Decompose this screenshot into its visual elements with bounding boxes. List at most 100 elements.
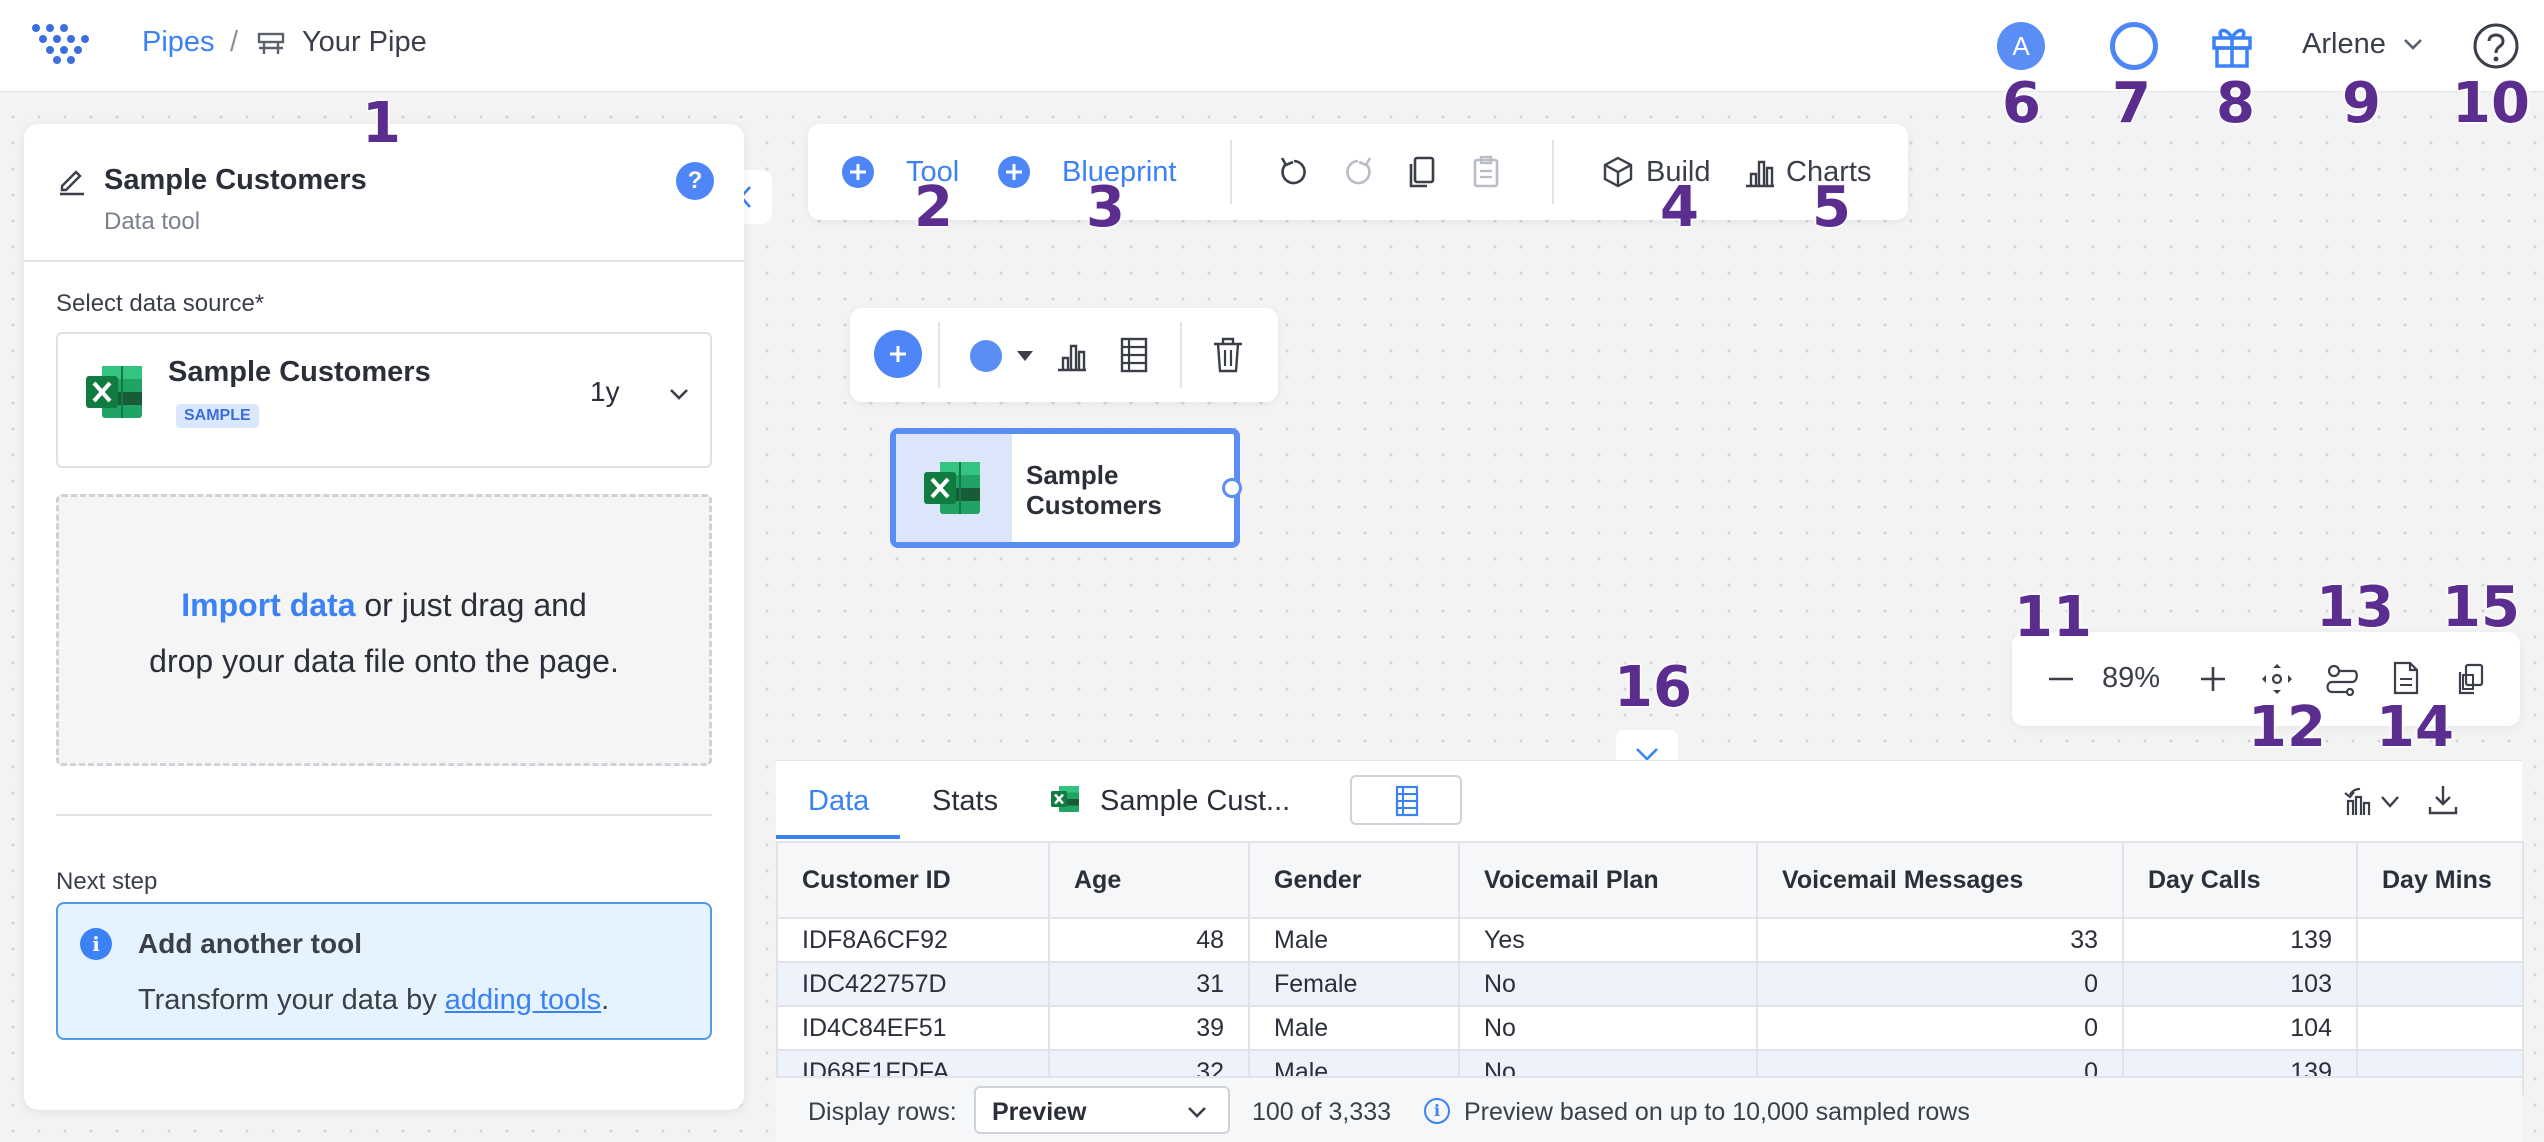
table-cell[interactable]: Yes [1458,917,1758,963]
table-cell[interactable]: ID4C84EF51 [776,1005,1050,1051]
node-color-swatch[interactable] [970,340,1002,372]
annotation-label: 7 [2111,71,2152,136]
breadcrumb-pipes-link[interactable]: Pipes [142,26,215,59]
source-age: 1y [590,376,620,407]
annotation-label: 15 [2441,575,2521,640]
adding-tools-link[interactable]: adding tools [445,984,601,1016]
tab-data[interactable]: Data [808,785,869,818]
column-header[interactable]: Age [1048,841,1250,919]
add-blueprint-plus-icon[interactable] [998,156,1030,188]
caret-down-icon[interactable] [1016,350,1034,362]
annotation-label: 1 [361,91,402,156]
breadcrumb-separator: / [230,26,239,58]
file-dropzone[interactable]: Import data or just drag and drop your d… [56,494,712,766]
document-icon[interactable] [2390,660,2422,696]
gift-icon[interactable] [2208,22,2256,70]
table-cell[interactable]: 48 [1048,917,1250,963]
chevron-down-icon[interactable] [2402,36,2424,52]
help-circle-icon[interactable] [2472,22,2520,70]
toolbar-divider [1180,322,1182,388]
annotation-label: 6 [2001,71,2042,136]
node-icon-area [896,434,1012,542]
table-cell[interactable]: IDC422757D [776,961,1050,1007]
add-node-plus-icon[interactable] [874,330,922,378]
table-cell[interactable]: No [1458,1005,1758,1051]
data-table: Customer ID Age Gender Voicemail Plan Vo… [776,841,2524,1095]
annotation-label: 14 [2375,695,2455,760]
next-step-body: Transform your data by adding tools. [138,984,609,1017]
avatar[interactable]: A [1997,22,2045,70]
help-icon[interactable]: ? [676,162,714,200]
table-cell[interactable]: 0 [1756,961,2124,1007]
zoom-out-icon[interactable] [2046,664,2076,694]
table-cell[interactable] [2356,961,2524,1007]
table-cell[interactable]: 139 [2122,917,2358,963]
active-tab-indicator [776,835,900,839]
table-cell[interactable]: Male [1248,1005,1460,1051]
table-cell[interactable] [2356,917,2524,963]
auto-layout-icon[interactable] [2324,662,2358,696]
table-cell[interactable]: 0 [1756,1005,2124,1051]
column-header[interactable]: Voicemail Plan [1458,841,1758,919]
chevron-down-icon[interactable] [668,386,690,402]
table-cell[interactable]: 31 [1048,961,1250,1007]
dropzone-text: Import data or just drag and [59,587,709,624]
copy-icon[interactable] [1404,154,1440,190]
display-rows-select[interactable]: Preview [974,1086,1230,1134]
chevron-down-icon[interactable] [2380,795,2400,809]
app-logo-icon[interactable] [30,22,90,64]
table-cell[interactable]: Male [1248,917,1460,963]
paste-icon[interactable] [1468,154,1504,190]
table-cell[interactable] [2356,1005,2524,1051]
trash-icon[interactable] [1210,336,1246,374]
import-data-link[interactable]: Import data [181,587,355,623]
next-step-body-suffix: . [601,984,610,1016]
panel-title[interactable]: Sample Customers [104,164,367,197]
sample-customers-node[interactable]: Sample Customers [890,428,1240,548]
table-cell[interactable]: 103 [2122,961,2358,1007]
preview-note: Preview based on up to 10,000 sampled ro… [1464,1098,1970,1126]
table-cell[interactable]: 39 [1048,1005,1250,1051]
display-rows-value: Preview [992,1098,1087,1126]
column-header[interactable]: Gender [1248,841,1460,919]
info-icon[interactable]: i [1424,1098,1450,1124]
table-rows-icon[interactable] [1116,336,1152,374]
column-view-button[interactable] [1350,775,1462,825]
cube-icon[interactable] [1600,154,1636,190]
column-settings-icon[interactable] [2342,785,2378,819]
fit-view-icon[interactable] [2260,662,2294,696]
redo-icon[interactable] [1340,154,1376,190]
undo-icon[interactable] [1276,154,1312,190]
node-title-line2: Customers [1026,490,1162,520]
node-output-port[interactable] [1222,478,1242,498]
column-header[interactable]: Day Mins [2356,841,2524,919]
tab-stats[interactable]: Stats [932,785,998,818]
table-cell[interactable]: Female [1248,961,1460,1007]
download-icon[interactable] [2426,783,2460,817]
bar-chart-icon[interactable] [1742,154,1778,190]
top-bar: Pipes / Your Pipe A Arlene [0,0,2544,92]
pencil-icon[interactable] [56,164,88,196]
duplicate-icon[interactable] [2454,662,2486,696]
table-cell[interactable]: 104 [2122,1005,2358,1051]
column-header[interactable]: Customer ID [776,841,1050,919]
tab-source[interactable]: Sample Cust... [1100,785,1290,818]
column-header[interactable]: Day Calls [2122,841,2358,919]
add-tool-plus-icon[interactable] [842,156,874,188]
pipe-icon [257,32,285,54]
zoom-in-icon[interactable] [2198,664,2228,694]
bar-chart-icon[interactable] [1054,338,1090,374]
table-cell[interactable]: No [1458,961,1758,1007]
annotation-label: 5 [1811,175,1852,240]
table-cell[interactable]: 33 [1756,917,2124,963]
node-toolbar [850,308,1278,402]
toolbar-divider [938,322,940,388]
node-title-line1: Sample [1026,460,1119,490]
table-row: ID4C84EF51 39 Male No 0 104 [776,1005,2524,1051]
chevron-down-icon [1188,1107,1206,1118]
next-step-label: Next step [56,868,158,895]
status-ring-icon[interactable] [2110,22,2158,70]
user-menu[interactable]: Arlene [2302,28,2386,61]
column-header[interactable]: Voicemail Messages [1756,841,2124,919]
table-cell[interactable]: IDF8A6CF92 [776,917,1050,963]
